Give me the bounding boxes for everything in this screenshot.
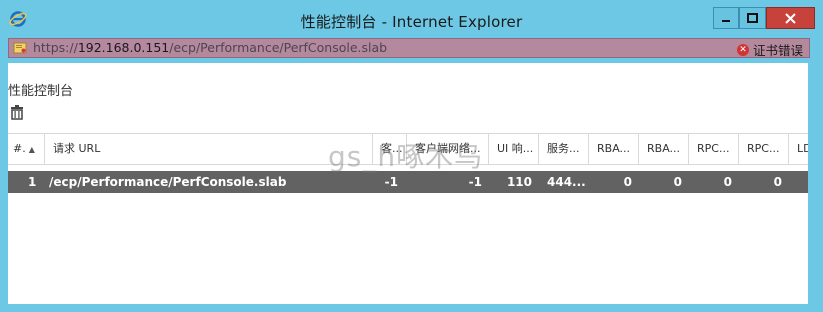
minimize-button[interactable]	[713, 7, 739, 29]
cert-error-label: 证书错误	[752, 43, 803, 58]
minimize-icon	[722, 20, 730, 22]
close-button[interactable]	[766, 7, 815, 29]
page-content: 性能控制台 #. ▲ 请求 URL 客... 客户端网络... UI 响... 服…	[8, 63, 808, 304]
title-bar[interactable]: 性能控制台 - Internet Explorer	[0, 6, 823, 33]
cert-error-icon: ✕	[736, 43, 749, 56]
url-text[interactable]: https://192.168.0.151/ecp/Performance/Pe…	[33, 40, 387, 55]
col-header-rpc-2[interactable]: RPC...	[738, 134, 788, 164]
ie-window: 性能控制台 - Internet Explorer https://192.16…	[0, 0, 823, 312]
cell-url: /ecp/Performance/PerfConsole.slab	[49, 175, 287, 189]
cell-rpc-1: 0	[723, 175, 732, 189]
col-header-server[interactable]: 服务...	[538, 134, 588, 164]
sort-asc-icon: ▲	[28, 145, 35, 154]
cell-ui-response: 110	[506, 175, 532, 189]
maximize-icon	[747, 13, 758, 23]
col-header-rpc-1[interactable]: RPC...	[688, 134, 738, 164]
col-header-rba-2[interactable]: RBA...	[638, 134, 688, 164]
col-header-ui-response[interactable]: UI 响...	[488, 134, 538, 164]
page-title: 性能控制台	[8, 84, 74, 99]
watermark-text: gs_h啄木鸟	[328, 140, 484, 173]
col-header-url[interactable]: 请求 URL	[44, 134, 372, 164]
cell-index: 1	[28, 175, 37, 189]
maximize-button[interactable]	[739, 7, 766, 29]
close-icon	[785, 12, 796, 24]
col-header-rba-1[interactable]: RBA...	[588, 134, 638, 164]
certificate-error-button[interactable]: ✕ 证书错误	[736, 40, 803, 59]
cell-rba-1: 0	[623, 175, 632, 189]
col-header-ld[interactable]: LD	[788, 134, 808, 164]
certificate-page-icon	[13, 42, 27, 54]
cell-rba-2: 0	[673, 175, 682, 189]
trash-icon[interactable]	[10, 105, 24, 120]
col-header-index[interactable]: #. ▲	[8, 134, 44, 164]
cell-server: 444....	[547, 175, 587, 189]
address-bar[interactable]: https://192.168.0.151/ecp/Performance/Pe…	[8, 38, 810, 58]
cell-rpc-2: 0	[773, 175, 782, 189]
window-title: 性能控制台 - Internet Explorer	[300, 13, 523, 31]
